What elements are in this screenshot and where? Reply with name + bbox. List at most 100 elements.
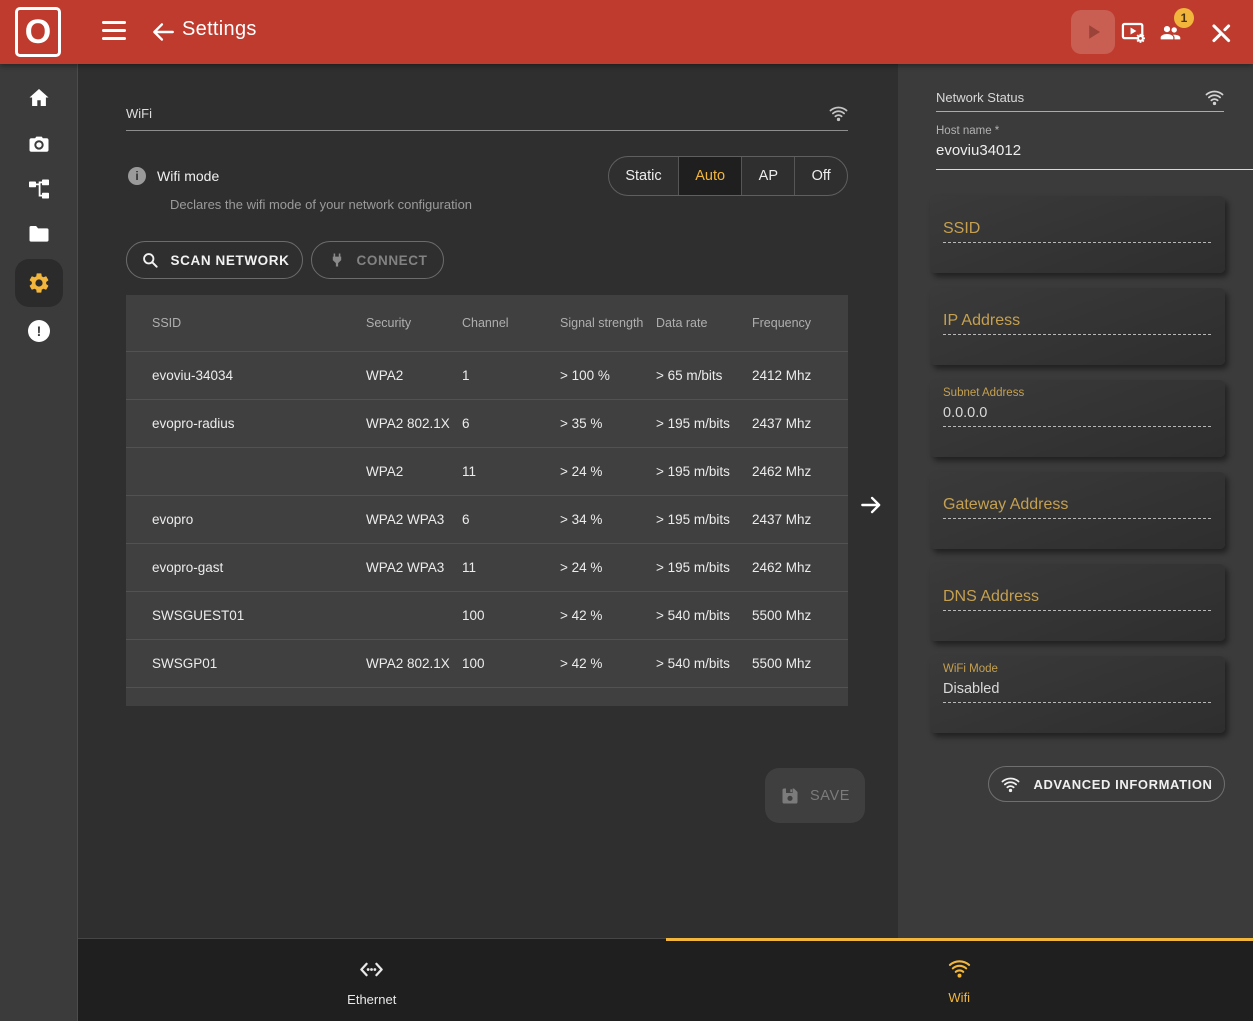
host-name-underline — [936, 169, 1253, 170]
table-row[interactable]: evoproWPA2 WPA36> 34 %> 195 m/bits2437 M… — [126, 495, 848, 543]
network-type-tabs: Ethernet Wifi — [78, 938, 1253, 1021]
table-cell: > 34 % — [560, 512, 656, 527]
table-cell: SWSGUEST01 — [152, 608, 366, 623]
table-cell: 2412 Mhz — [752, 368, 848, 383]
table-cell: > 540 m/bits — [656, 608, 752, 623]
table-cell: 100 — [462, 608, 560, 623]
sidebar-item-alerts[interactable]: ! — [15, 307, 63, 355]
page-title: Settings — [182, 18, 257, 41]
table-cell: evoviu-34034 — [152, 368, 366, 383]
table-cell: > 24 % — [560, 560, 656, 575]
wifi-icon — [947, 956, 972, 981]
network-status-panel: Network Status Host name * evoviu34012 S… — [898, 64, 1253, 938]
play-button[interactable] — [1071, 10, 1115, 54]
save-button[interactable]: SAVE — [765, 768, 865, 823]
folder-icon — [27, 222, 51, 246]
table-header-cell: Frequency — [752, 316, 848, 330]
sidebar-item-camera[interactable] — [15, 120, 63, 168]
status-field-card-subnet-address: Subnet Address 0.0.0.0 — [930, 380, 1225, 457]
tab-wifi[interactable]: Wifi — [666, 939, 1253, 1021]
status-panel-divider — [936, 111, 1224, 112]
table-row[interactable]: SWSGP01WPA2 802.1X100> 42 %> 540 m/bits5… — [126, 639, 848, 687]
play-icon — [1080, 19, 1106, 45]
camera-icon — [27, 132, 51, 156]
wifi-mode-option-ap[interactable]: AP — [741, 157, 794, 195]
table-cell: > 35 % — [560, 416, 656, 431]
table-cell: > 65 m/bits — [656, 368, 752, 383]
screen-share-settings-icon[interactable] — [1120, 19, 1147, 46]
table-row[interactable]: evopro-radiusWPA2 802.1X6> 35 %> 195 m/b… — [126, 399, 848, 447]
field-underline — [943, 426, 1211, 427]
field-underline — [943, 334, 1211, 335]
table-row[interactable]: evopro-gastWPA2 WPA311> 24 %> 195 m/bits… — [126, 543, 848, 591]
table-cell: 6 — [462, 416, 560, 431]
table-header-cell: Security — [366, 316, 462, 330]
field-label: Subnet Address — [943, 387, 1024, 399]
home-icon — [27, 86, 51, 110]
table-row[interactable]: evoviu-34034WPA21> 100 %> 65 m/bits2412 … — [126, 351, 848, 399]
menu-icon[interactable] — [102, 21, 126, 43]
table-header-cell: SSID — [152, 316, 366, 330]
network-table-head: SSIDSecurityChannelSignal strengthData r… — [126, 295, 848, 351]
wifi-mode-label: Wifi mode — [157, 168, 219, 184]
sidebar-nav: ! — [0, 64, 78, 1021]
host-name-field[interactable]: evoviu34012 — [936, 142, 1021, 159]
tab-ethernet[interactable]: Ethernet — [78, 939, 666, 1021]
table-cell: WPA2 WPA3 — [366, 560, 462, 575]
wifi-mode-option-static[interactable]: Static — [609, 157, 678, 195]
table-cell: 5500 Mhz — [752, 656, 848, 671]
back-arrow-icon[interactable] — [150, 19, 176, 45]
field-value: Disabled — [943, 681, 999, 697]
network-table: SSIDSecurityChannelSignal strengthData r… — [126, 295, 848, 706]
table-cell: 2462 Mhz — [752, 560, 848, 575]
wifi-mode-option-off[interactable]: Off — [794, 157, 847, 195]
plug-icon — [328, 251, 346, 269]
table-cell: evopro-radius — [152, 416, 366, 431]
table-cell: 11 — [462, 464, 560, 479]
table-cell: > 195 m/bits — [656, 512, 752, 527]
sidebar-item-settings[interactable] — [15, 259, 63, 307]
wifi-mode-description: Declares the wifi mode of your network c… — [170, 197, 472, 212]
field-value: 0.0.0.0 — [943, 405, 987, 421]
table-cell: WPA2 WPA3 — [366, 512, 462, 527]
table-cell: WPA2 — [366, 464, 462, 479]
table-cell: 5500 Mhz — [752, 608, 848, 623]
sidebar-item-device-tree[interactable] — [15, 165, 63, 213]
wifi-mode-option-auto[interactable]: Auto — [678, 157, 741, 195]
table-cell: SWSGP01 — [152, 656, 366, 671]
field-label: SSID — [943, 220, 980, 238]
table-cell: 11 — [462, 560, 560, 575]
table-cell: > 24 % — [560, 464, 656, 479]
close-icon[interactable] — [1208, 20, 1234, 46]
connect-button[interactable]: CONNECT — [311, 241, 444, 279]
sidebar-item-files[interactable] — [15, 210, 63, 258]
table-header-cell: Channel — [462, 316, 560, 330]
table-header-cell: Signal strength — [560, 316, 656, 330]
scan-network-button[interactable]: SCAN NETWORK — [126, 241, 303, 279]
table-row[interactable]: SWSGUEST01100> 42 %> 540 m/bits5500 Mhz — [126, 591, 848, 639]
wifi-icon — [1000, 774, 1021, 795]
app-logo: O — [15, 7, 61, 57]
advanced-information-button[interactable]: ADVANCED INFORMATION — [988, 766, 1225, 802]
field-label: WiFi Mode — [943, 663, 998, 675]
table-cell: 6 — [462, 512, 560, 527]
status-panel-title: Network Status — [936, 90, 1024, 105]
expand-panel-arrow-icon[interactable] — [858, 492, 884, 518]
info-icon: i — [128, 167, 146, 185]
field-label: IP Address — [943, 312, 1020, 330]
field-label: DNS Address — [943, 588, 1039, 606]
table-cell: > 195 m/bits — [656, 464, 752, 479]
table-cell: > 195 m/bits — [656, 560, 752, 575]
app-header: O Settings 1 — [0, 0, 1253, 64]
exclamation-icon: ! — [28, 320, 50, 342]
field-label: Gateway Address — [943, 496, 1068, 514]
table-header-cell: Data rate — [656, 316, 752, 330]
host-name-label: Host name * — [936, 125, 999, 137]
status-fields: SSID IP Address Subnet Address 0.0.0.0 Gatew… — [930, 196, 1225, 748]
table-cell: WPA2 802.1X — [366, 416, 462, 431]
table-row[interactable]: WPA211> 24 %> 195 m/bits2462 Mhz — [126, 447, 848, 495]
section-title: WiFi — [126, 106, 152, 121]
wifi-icon — [1204, 87, 1225, 108]
sidebar-item-home[interactable] — [15, 74, 63, 122]
table-cell: > 100 % — [560, 368, 656, 383]
